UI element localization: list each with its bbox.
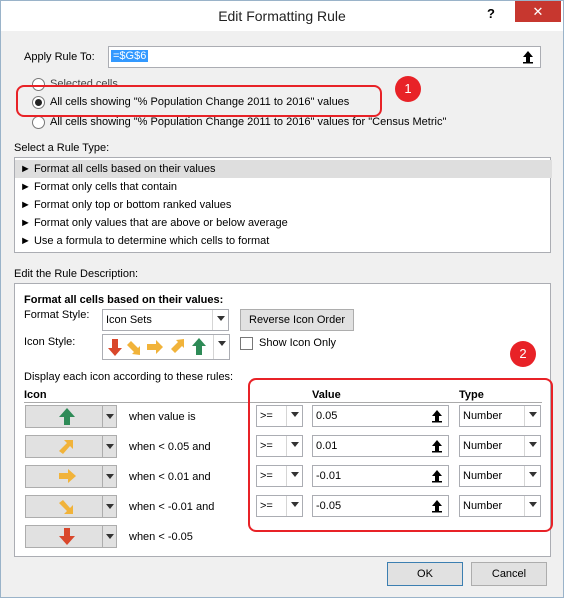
help-button[interactable]: ? [479,3,503,25]
rule-condition-text: when < -0.05 [129,531,193,543]
apply-rule-label: Apply Rule To: [24,51,95,63]
edit-formatting-rule-dialog: Edit Formatting Rule ? ✕ Apply Rule To: … [0,0,564,598]
close-button[interactable]: ✕ [515,1,561,22]
rule-type-list[interactable]: ► Format all cells based on their values… [14,157,552,253]
chevron-down-icon [102,436,116,457]
format-style-select[interactable]: Icon Sets [102,309,229,331]
rule-type-label: Select a Rule Type: [14,142,110,154]
apply-rule-input[interactable]: =$G$6 [108,46,541,68]
apply-rule-value: =$G$6 [111,50,149,62]
annotation-badge-1: 1 [395,76,421,102]
chevron-down-icon [102,496,116,517]
show-icon-only-checkbox[interactable] [240,337,253,350]
chevron-down-icon [102,526,116,547]
annotation-box-2 [248,378,553,532]
annotation-box-1 [16,85,382,117]
rule-icon-select[interactable] [25,435,117,458]
scope-radio-census-metric[interactable] [32,116,45,129]
rule-type-item[interactable]: ► Use a formula to determine which cells… [15,232,552,250]
ok-button[interactable]: OK [387,562,463,586]
chevron-down-icon [212,310,228,330]
title-bar: Edit Formatting Rule ? ✕ [1,1,563,31]
chevron-down-icon [213,335,229,359]
rule-type-item[interactable]: ► Format only top or bottom ranked value… [15,196,552,214]
description-label: Edit the Rule Description: [14,268,139,280]
icon-style-select[interactable] [102,334,230,360]
annotation-badge-2: 2 [510,341,536,367]
yellow-up-right-arrow-icon [59,440,73,454]
collapse-range-icon[interactable] [522,50,534,64]
rule-type-item[interactable]: ► Format only cells that contain [15,178,552,196]
scope-label-census-metric: All cells showing "% Population Change 2… [50,116,447,128]
reverse-icon-order-button[interactable]: Reverse Icon Order [240,309,354,331]
chevron-down-icon [102,406,116,427]
rule-condition-text: when value is [129,411,196,423]
yellow-right-arrow-icon [59,469,76,483]
rule-type-item[interactable]: ► Format only values that are above or b… [15,214,552,232]
cancel-button[interactable]: Cancel [471,562,547,586]
format-style-label: Format Style: [24,309,90,321]
green-up-arrow-icon [59,408,75,425]
format-style-value: Icon Sets [106,314,152,326]
rule-icon-select[interactable] [25,465,117,488]
yellow-down-right-arrow-icon [59,500,73,514]
icon-style-label: Icon Style: [24,336,76,348]
chevron-down-icon [102,466,116,487]
rule-icon-select[interactable] [25,495,117,518]
display-rules-label: Display each icon according to these rul… [24,371,234,383]
rule-condition-text: when < 0.01 and [129,471,211,483]
icon-column-header: Icon [24,389,47,401]
icon-set-preview-icon [108,338,206,356]
description-heading: Format all cells based on their values: [24,294,224,306]
rule-type-item[interactable]: ► Format all cells based on their values [15,160,552,178]
rule-condition-text: when < -0.01 and [129,501,215,513]
rule-icon-select[interactable] [25,525,117,548]
rule-condition-text: when < 0.05 and [129,441,211,453]
rule-icon-select[interactable] [25,405,117,428]
show-icon-only-label: Show Icon Only [259,337,337,349]
red-down-arrow-icon [59,528,75,545]
